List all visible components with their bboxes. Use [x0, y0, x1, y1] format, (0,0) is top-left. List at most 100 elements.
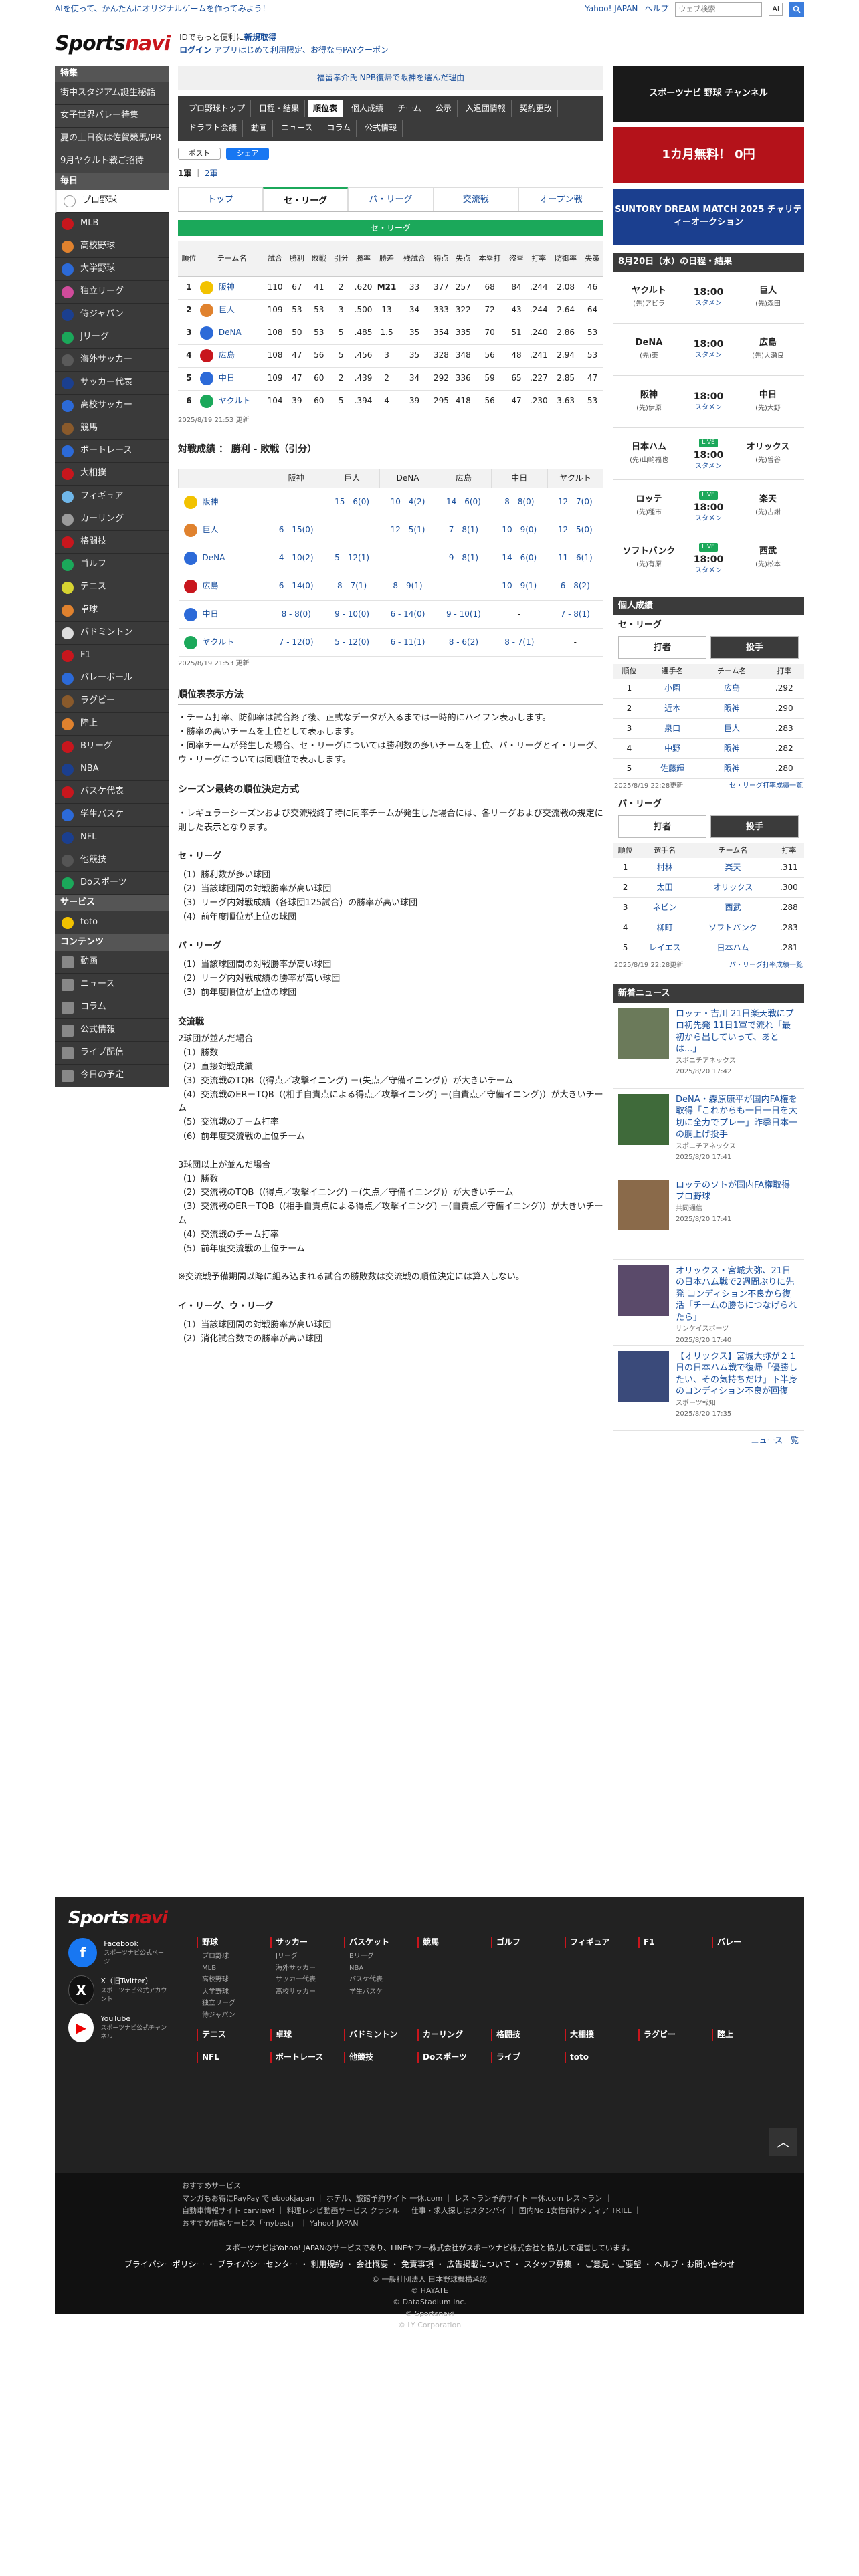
news-thumbnail[interactable]: [618, 1008, 669, 1059]
vs-cell[interactable]: 8 - 7(1): [491, 628, 548, 657]
footer-column-heading[interactable]: バスケット: [344, 1937, 417, 1949]
game-row[interactable]: DeNA (先)東 18:00 スタメン 広島 (先)大瀬良: [613, 324, 804, 376]
vs-cell[interactable]: 10 - 9(0): [491, 516, 548, 545]
footer-column-heading[interactable]: 大相撲: [565, 2029, 638, 2041]
footer-column-heading[interactable]: ボートレース: [270, 2051, 344, 2064]
game-status[interactable]: 18:00 スタメン: [685, 338, 732, 361]
footer-column-heading[interactable]: 他競技: [344, 2051, 417, 2064]
team-cell[interactable]: 中日: [178, 600, 268, 629]
sidebar-item[interactable]: NBA: [55, 758, 169, 781]
footer-youtube-link[interactable]: ▶ YouTube スポーツナビ公式チャンネル: [68, 2013, 169, 2042]
help-link[interactable]: ヘルプ: [644, 3, 668, 15]
sidebar-item[interactable]: 大学野球: [55, 258, 169, 281]
sidebar-item[interactable]: ラグビー: [55, 690, 169, 713]
footer-link[interactable]: 学生バスケ: [344, 1986, 417, 1998]
footer-column-heading[interactable]: カーリング: [417, 2029, 491, 2041]
away-team[interactable]: 中日 (先)大野: [732, 389, 804, 415]
search-button[interactable]: [789, 2, 804, 17]
sidebar-item[interactable]: カーリング: [55, 508, 169, 531]
yahoo-japan-link[interactable]: Yahoo! JAPAN: [585, 3, 638, 15]
sidebar-item[interactable]: 大相撲: [55, 463, 169, 486]
menu-item[interactable]: ドラフト会議: [183, 120, 244, 137]
news-item[interactable]: オリックス・宮城大弥、21日の日本ハム戦で2週間ぶりに先発 コンディション不良か…: [613, 1260, 804, 1346]
team-name[interactable]: 西武: [692, 897, 774, 919]
away-team[interactable]: 巨人 (先)森田: [732, 285, 804, 310]
team-cell[interactable]: 広島: [199, 344, 264, 368]
vs-cell[interactable]: 8 - 9(1): [379, 572, 436, 601]
feature-item[interactable]: 街中スタジアム誕生秘話: [55, 82, 169, 105]
sidebar-item[interactable]: バドミントン: [55, 622, 169, 645]
game-status[interactable]: LIVE 18:00 スタメン: [685, 436, 732, 472]
recommended-services-row1[interactable]: マンガもお得にPayPay で ebookjapan ｜ ホテル、旅館予約サイト…: [182, 2193, 677, 2206]
first-team-tab[interactable]: 1軍: [178, 169, 191, 178]
away-team[interactable]: 楽天 (先)古謝: [732, 494, 804, 519]
sportsnavi-logo[interactable]: Sportsnavi: [55, 29, 171, 59]
footer-link[interactable]: 侍ジャパン: [197, 2010, 270, 2022]
team-name[interactable]: 広島: [699, 678, 765, 700]
charity-auction-ad[interactable]: SUNTORY DREAM MATCH 2025 チャリティーオークション: [613, 189, 804, 245]
news-thumbnail[interactable]: [618, 1179, 669, 1230]
team-cell[interactable]: ヤクルト: [199, 390, 264, 413]
game-status[interactable]: 18:00 スタメン: [685, 390, 732, 413]
vs-cell[interactable]: 12 - 5(0): [547, 516, 603, 545]
news-thumbnail[interactable]: [618, 1093, 669, 1145]
sidebar-item[interactable]: 格闘技: [55, 531, 169, 554]
footer-column-heading[interactable]: 野球: [197, 1937, 270, 1949]
team-cell[interactable]: DeNA: [178, 544, 268, 573]
league-tab[interactable]: 交流戦: [433, 187, 518, 212]
pa-stats-more-link[interactable]: パ・リーグ打率成績一覧: [729, 961, 803, 971]
player-name[interactable]: 柳町: [638, 918, 692, 939]
sidebar-item[interactable]: 競馬: [55, 417, 169, 440]
team-name[interactable]: 巨人: [219, 304, 235, 316]
footer-link[interactable]: サッカー代表: [270, 1974, 344, 1986]
menu-item[interactable]: 公示: [430, 100, 458, 118]
home-team[interactable]: ソフトバンク (先)有原: [613, 546, 685, 571]
footer-column-heading[interactable]: 競馬: [417, 1937, 491, 1949]
vs-cell[interactable]: 14 - 6(0): [436, 488, 492, 517]
login-link[interactable]: ログイン: [179, 45, 211, 55]
sidebar-item[interactable]: 海外サッカー: [55, 349, 169, 372]
vs-cell[interactable]: 10 - 9(1): [491, 572, 548, 601]
content-item[interactable]: ニュース: [55, 974, 169, 996]
away-team[interactable]: 西武 (先)松本: [732, 546, 804, 571]
vs-cell[interactable]: 8 - 6(2): [436, 628, 492, 657]
team-cell[interactable]: 巨人: [178, 516, 268, 545]
home-team[interactable]: DeNA (先)東: [613, 337, 685, 362]
vs-cell[interactable]: 9 - 10(0): [324, 600, 380, 629]
footer-x-link[interactable]: X X（旧Twitter） スポーツナビ公式アカウント: [68, 1975, 169, 2005]
page-top-button[interactable]: ︿: [769, 2128, 797, 2156]
game-row[interactable]: 阪神 (先)伊原 18:00 スタメン 中日 (先)大野: [613, 376, 804, 428]
footer-column-heading[interactable]: バレー: [712, 1937, 785, 1949]
footer-column-heading[interactable]: フィギュア: [565, 1937, 638, 1949]
team-name[interactable]: 阪神: [203, 496, 219, 508]
ce-stats-more-link[interactable]: セ・リーグ打率成績一覧: [729, 782, 803, 792]
footer-links[interactable]: プライバシーポリシー ・ プライバシーセンター ・ 利用規約 ・ 会社概要 ・ …: [55, 2259, 804, 2270]
away-team[interactable]: オリックス (先)曽谷: [732, 441, 804, 467]
game-row[interactable]: 日本ハム (先)山崎福也 LIVE 18:00 スタメン オリックス (先)曽谷: [613, 428, 804, 480]
menu-item[interactable]: ニュース: [276, 120, 319, 137]
footer-link[interactable]: バスケ代表: [344, 1974, 417, 1986]
team-name[interactable]: ヤクルト: [219, 395, 251, 407]
ai-game-promo-link[interactable]: AIを使って、かんたんにオリジナルゲームを作ってみよう！: [55, 3, 270, 15]
team-name[interactable]: 日本ハム: [692, 938, 774, 959]
footer-column-heading[interactable]: ゴルフ: [491, 1937, 565, 1949]
team-name[interactable]: 阪神: [699, 758, 765, 780]
free-trial-ad[interactable]: 1カ月無料！ 0円: [613, 127, 804, 183]
player-name[interactable]: 小園: [646, 678, 700, 700]
team-cell[interactable]: 巨人: [199, 299, 264, 322]
team-name[interactable]: ソフトバンク: [692, 918, 774, 939]
vs-cell[interactable]: 12 - 7(0): [547, 488, 603, 517]
footer-column-heading[interactable]: ラグビー: [638, 2029, 712, 2041]
vs-cell[interactable]: 11 - 6(1): [547, 544, 603, 573]
team-cell[interactable]: DeNA: [199, 322, 264, 345]
facebook-share-button[interactable]: シェア: [226, 147, 269, 160]
x-post-button[interactable]: ポスト: [178, 147, 221, 160]
vs-cell[interactable]: 6 - 11(1): [379, 628, 436, 657]
sidebar-item[interactable]: ゴルフ: [55, 554, 169, 576]
league-tab[interactable]: パ・リーグ: [348, 187, 434, 212]
vs-cell[interactable]: 6 - 8(2): [547, 572, 603, 601]
new-id-link[interactable]: 新規取得: [244, 33, 276, 42]
team-cell[interactable]: 阪神: [178, 488, 268, 517]
vs-cell[interactable]: 4 - 10(2): [268, 544, 324, 573]
footer-column-heading[interactable]: 卓球: [270, 2029, 344, 2041]
